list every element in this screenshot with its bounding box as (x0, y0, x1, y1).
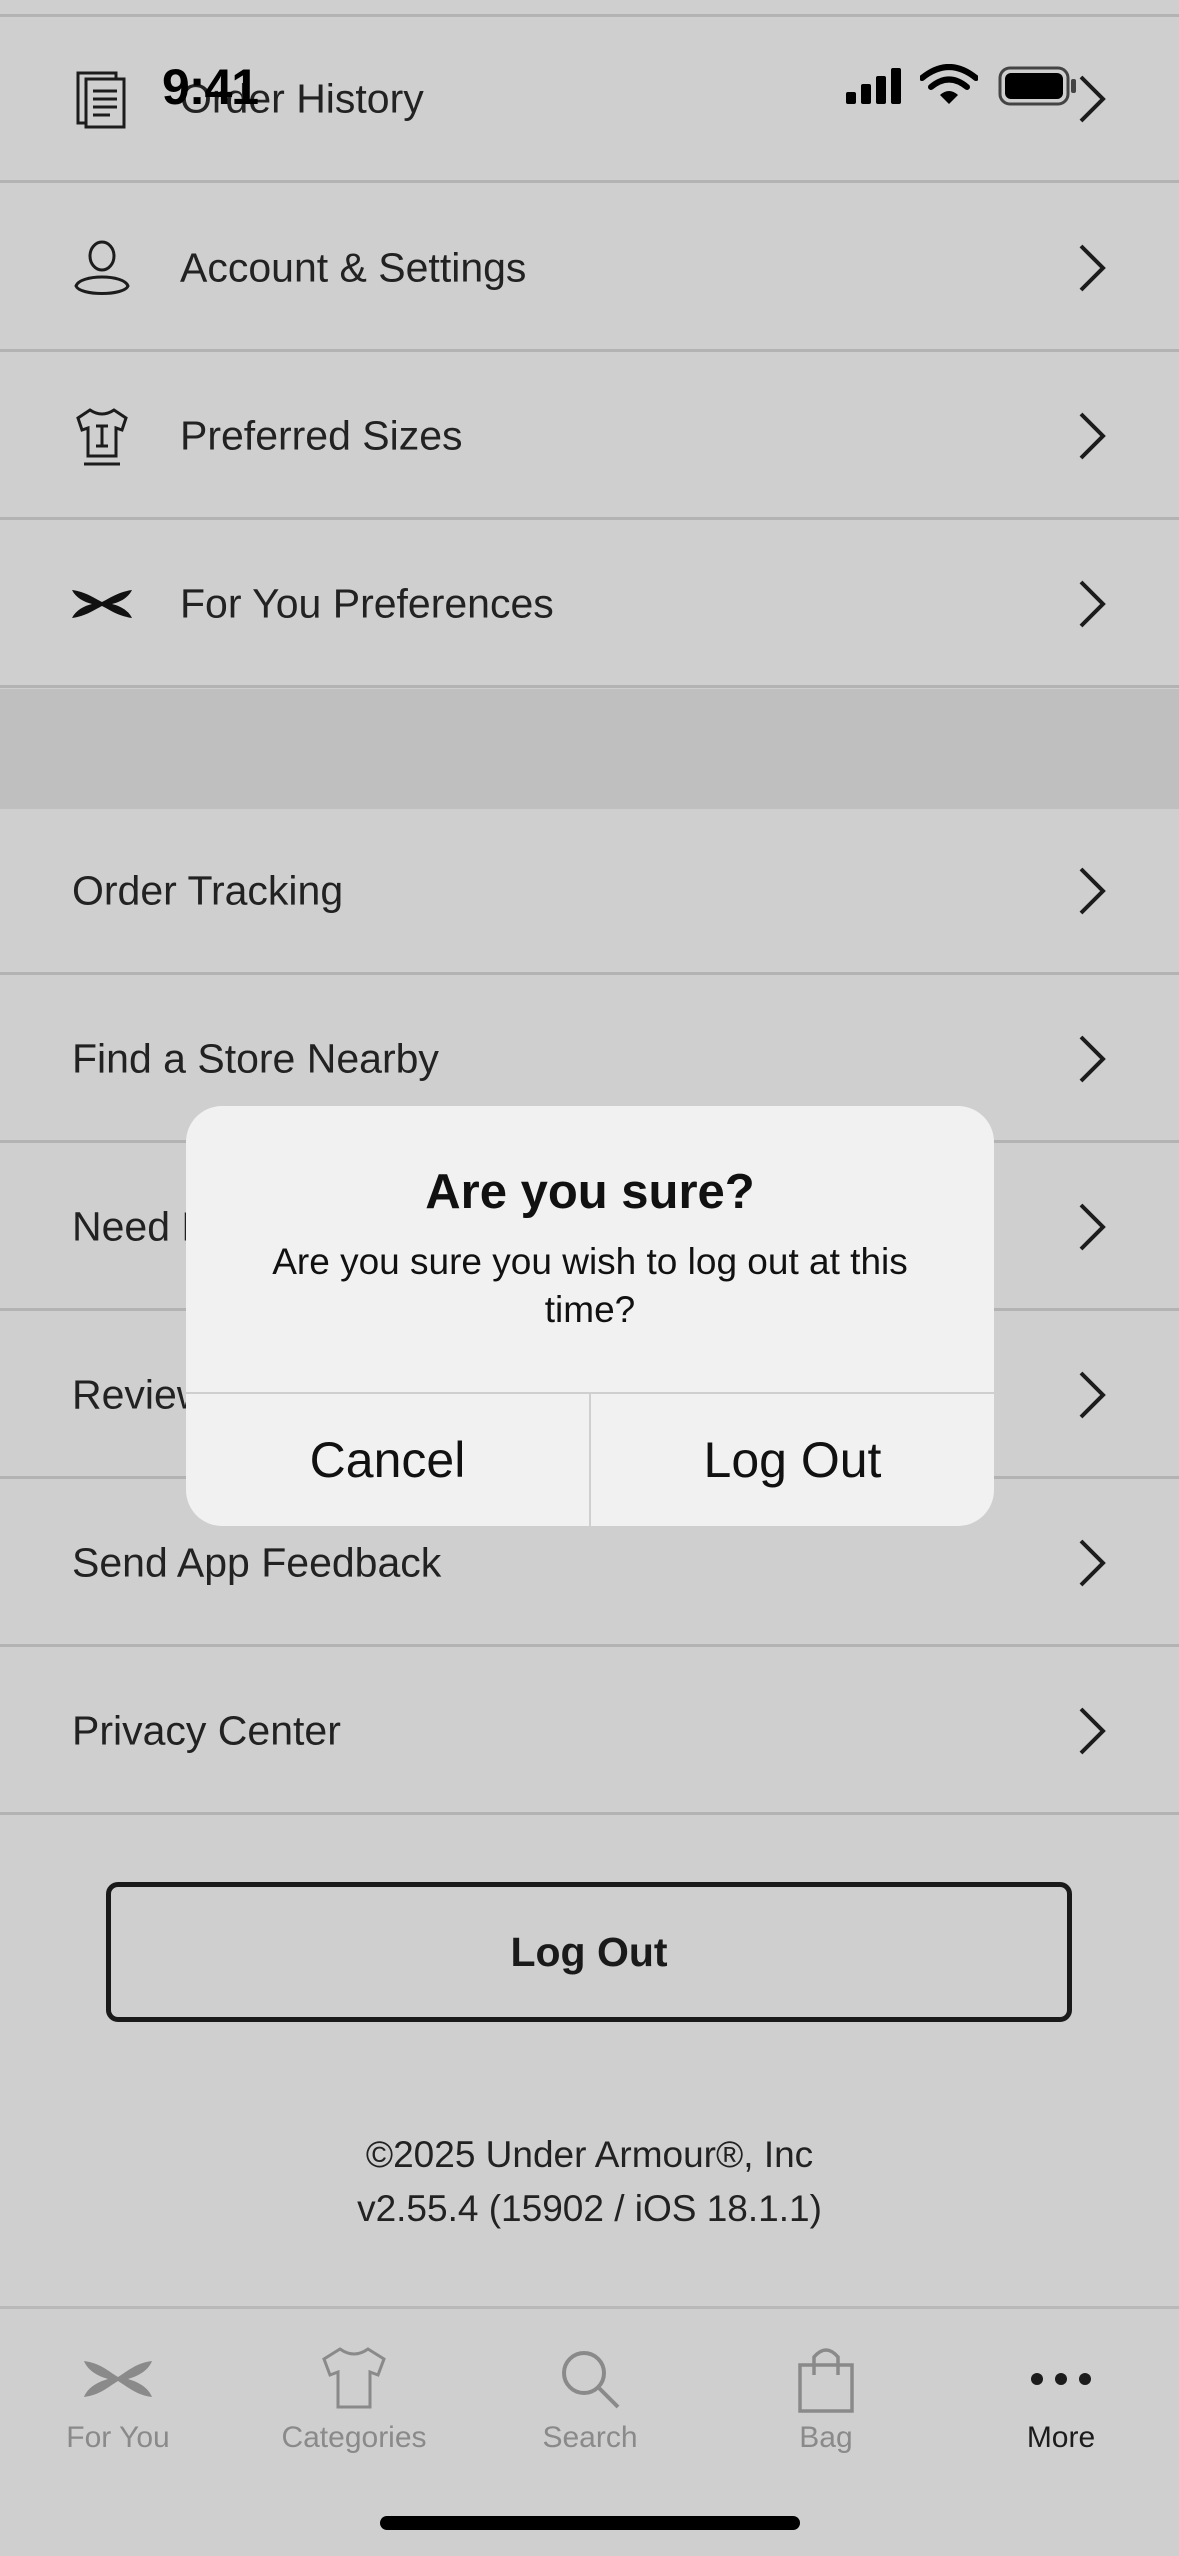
menu-row-label: Send App Feedback (72, 1539, 442, 1585)
tab-for-you[interactable]: For You (0, 2309, 236, 2509)
chevron-right-icon (1079, 867, 1106, 914)
confirm-log-out-button[interactable]: Log Out (591, 1394, 994, 1526)
menu-row-preferred-sizes[interactable]: Preferred Sizes (0, 354, 1179, 520)
bag-icon (798, 2348, 854, 2413)
menu-row-order-tracking[interactable]: Order Tracking (0, 809, 1179, 975)
menu-row-label: Find a Store Nearby (72, 1035, 439, 1081)
menu-row-label: Order Tracking (72, 867, 344, 913)
tab-search[interactable]: Search (472, 2309, 708, 2509)
tab-label: More (1026, 2421, 1096, 2454)
more-icon (1031, 2373, 1091, 2385)
copyright-text: ©2025 Under Armour®, Inc (365, 2134, 814, 2175)
tab-label: For You (66, 2421, 170, 2454)
chevron-right-icon (1079, 412, 1106, 459)
menu-row-label: For You Preferences (180, 580, 554, 626)
under-armour-logo-icon (72, 589, 132, 618)
dialog-title: Are you sure? (425, 1165, 755, 1219)
menu-row-account-settings[interactable]: Account & Settings (0, 186, 1179, 352)
menu-row-label: Account & Settings (180, 244, 527, 290)
chevron-right-icon (1079, 244, 1106, 291)
tab-label: Categories (281, 2421, 427, 2454)
home-indicator (380, 2516, 800, 2530)
chevron-right-icon (1079, 580, 1106, 627)
menu-row-for-you-preferences[interactable]: For You Preferences (0, 522, 1179, 688)
dialog-message: Are you sure you wish to log out at this… (272, 1241, 908, 1330)
user-icon (74, 240, 130, 295)
chevron-right-icon (1079, 1203, 1106, 1250)
shirt-icon (322, 2347, 386, 2409)
shirt-size-icon (76, 407, 128, 465)
menu-row-label: Preferred Sizes (180, 412, 463, 458)
tab-more[interactable]: More (943, 2309, 1179, 2509)
receipt-icon (76, 71, 126, 128)
search-icon (562, 2351, 620, 2409)
chevron-right-icon (1079, 1371, 1106, 1418)
tab-categories[interactable]: Categories (236, 2309, 472, 2509)
menu-row-label: Privacy Center (72, 1707, 341, 1753)
tab-bag[interactable]: Bag (708, 2309, 944, 2509)
cancel-button[interactable]: Cancel (186, 1394, 589, 1526)
log-out-button[interactable]: Log Out (106, 1882, 1072, 2022)
menu-row-privacy-center[interactable]: Privacy Center (0, 1649, 1179, 1815)
under-armour-logo-icon (84, 2361, 152, 2397)
menu-row-label: Order History (180, 75, 424, 121)
chevron-right-icon (1079, 1539, 1106, 1586)
logout-confirm-dialog: Are you sure? Are you sure you wish to l… (186, 1106, 994, 1526)
tab-label: Search (542, 2421, 638, 2454)
chevron-right-icon (1079, 1035, 1106, 1082)
tab-label: Bag (799, 2421, 853, 2454)
menu-row-order-history[interactable]: Order History (0, 17, 1179, 183)
section-spacer (0, 689, 1179, 809)
version-text: v2.55.4 (15902 / iOS 18.1.1) (357, 2188, 822, 2229)
chevron-right-icon (1079, 75, 1106, 122)
chevron-right-icon (1079, 1707, 1106, 1754)
